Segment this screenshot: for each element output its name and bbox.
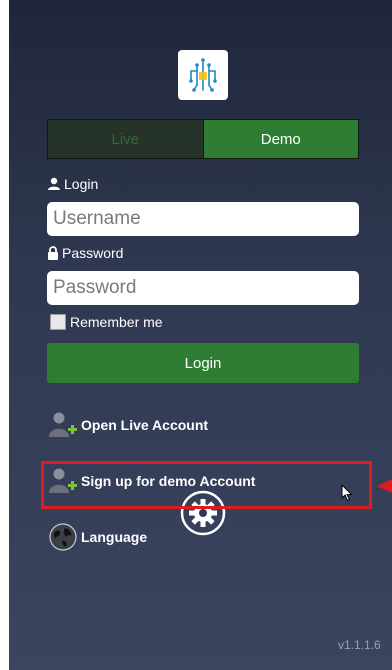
password-label: Password	[47, 245, 123, 261]
remember-me-label: Remember me	[70, 314, 163, 330]
login-button[interactable]: Login	[47, 343, 359, 383]
tab-demo[interactable]: Demo	[203, 120, 358, 158]
mouse-cursor-icon	[341, 484, 353, 502]
language-link[interactable]: Language	[47, 521, 147, 553]
open-live-account-label: Open Live Account	[81, 417, 209, 433]
user-icon	[48, 177, 60, 190]
login-label-text: Login	[64, 176, 99, 192]
remember-me[interactable]: Remember me	[50, 314, 163, 330]
annotation-arrow	[377, 479, 392, 493]
language-label: Language	[81, 529, 148, 545]
lock-icon	[48, 246, 58, 260]
login-label: Login	[47, 176, 98, 192]
open-live-account-link[interactable]: Open Live Account	[47, 409, 208, 441]
password-input[interactable]	[47, 271, 359, 305]
login-screen: Live Demo Login Password Remember me Log…	[9, 0, 392, 670]
add-user-icon	[49, 412, 77, 437]
username-input[interactable]	[47, 202, 359, 236]
tab-live[interactable]: Live	[48, 120, 204, 158]
version-label: v1.1.1.6	[338, 638, 381, 652]
circuit-tree-icon	[189, 58, 217, 92]
annotation-highlight-box	[41, 461, 372, 509]
app-logo	[178, 50, 228, 100]
globe-icon	[49, 523, 77, 551]
password-label-text: Password	[62, 245, 124, 261]
account-type-tabs: Live Demo	[47, 119, 359, 159]
remember-me-checkbox[interactable]	[50, 314, 66, 330]
